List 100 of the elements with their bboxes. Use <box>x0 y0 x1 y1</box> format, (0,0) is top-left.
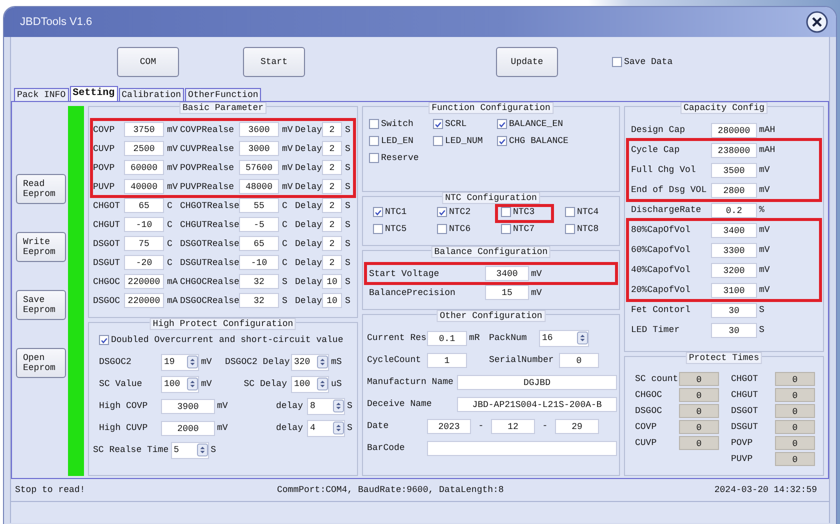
checkbox-label[interactable]: NTC7 <box>513 224 535 234</box>
spin-arrows-icon[interactable] <box>196 443 208 457</box>
tab[interactable]: Pack INFO <box>14 88 69 101</box>
spin-box[interactable]: 4 <box>307 420 345 436</box>
checkbox-label[interactable]: NTC8 <box>577 224 599 234</box>
checkbox-label[interactable]: NTC4 <box>577 207 599 217</box>
checkbox[interactable] <box>437 207 447 217</box>
checkbox-label[interactable]: CHG BALANCE <box>509 136 568 146</box>
spin-arrows-icon[interactable] <box>187 355 198 369</box>
value-field[interactable]: 0.1 <box>427 330 467 346</box>
value-field[interactable]: 2 <box>322 160 342 175</box>
value-field[interactable]: 2 <box>322 179 342 194</box>
checkbox-label[interactable]: LED_NUM <box>445 136 483 146</box>
checkbox[interactable] <box>433 119 443 129</box>
value-field[interactable]: 280000 <box>711 122 757 138</box>
value-field[interactable]: 0.2 <box>711 202 757 218</box>
value-field[interactable]: 3000 <box>239 141 279 156</box>
value-field[interactable]: 12 <box>491 418 535 434</box>
checkbox-label[interactable]: Save Data <box>624 57 673 67</box>
spin-arrows-icon[interactable] <box>333 399 344 413</box>
value-field[interactable]: 3750 <box>124 122 164 137</box>
value-field[interactable]: 32 <box>239 274 279 289</box>
spin-arrows-icon[interactable] <box>317 377 328 391</box>
value-field[interactable]: -10 <box>124 217 164 232</box>
eeprom-button[interactable]: Read Eeprom <box>16 174 66 204</box>
checkbox-label[interactable]: NTC6 <box>449 224 471 234</box>
value-field[interactable]: JBD-AP21S004-L21S-200A-B <box>457 396 617 412</box>
value-field[interactable]: 15 <box>485 285 529 300</box>
tab[interactable]: OtherFunction <box>185 88 262 101</box>
value-field[interactable]: 57600 <box>239 160 279 175</box>
checkbox-label[interactable]: NTC3 <box>513 207 535 217</box>
value-field[interactable]: -20 <box>124 255 164 270</box>
eeprom-button[interactable]: Open Eeprom <box>16 348 66 378</box>
close-icon[interactable] <box>806 11 828 33</box>
spin-arrows-icon[interactable] <box>187 377 198 391</box>
checkbox[interactable] <box>99 335 109 345</box>
checkbox[interactable] <box>565 224 575 234</box>
value-field[interactable]: 3200 <box>711 262 757 278</box>
value-field[interactable]: 29 <box>555 418 599 434</box>
value-field[interactable]: 3400 <box>711 222 757 238</box>
value-field[interactable]: -10 <box>239 255 279 270</box>
tab[interactable]: Calibration <box>118 88 184 101</box>
checkbox-label[interactable]: NTC2 <box>449 207 471 217</box>
value-field[interactable]: 220000 <box>124 274 164 289</box>
value-field[interactable]: 0 <box>559 352 599 368</box>
checkbox[interactable] <box>437 224 447 234</box>
spin-box[interactable]: 100 <box>291 376 329 392</box>
spin-box[interactable]: 8 <box>307 398 345 414</box>
value-field[interactable] <box>427 440 617 456</box>
value-field[interactable]: 238000 <box>711 142 757 158</box>
spin-arrows-icon[interactable] <box>317 355 328 369</box>
checkbox[interactable] <box>565 207 575 217</box>
spin-box[interactable]: 5 <box>170 442 209 458</box>
checkbox[interactable] <box>501 207 511 217</box>
value-field[interactable]: 220000 <box>124 293 164 308</box>
value-field[interactable]: 2500 <box>124 141 164 156</box>
value-field[interactable]: 1 <box>427 352 467 368</box>
checkbox-label[interactable]: NTC5 <box>385 224 407 234</box>
checkbox[interactable] <box>373 207 383 217</box>
checkbox-label[interactable]: LED_EN <box>381 136 414 146</box>
value-field[interactable]: 60000 <box>124 160 164 175</box>
checkbox-label[interactable]: BALANCE_EN <box>509 119 564 129</box>
value-field[interactable]: 2023 <box>427 418 471 434</box>
value-field[interactable]: 65 <box>124 198 164 213</box>
value-field[interactable]: 55 <box>239 198 279 213</box>
value-field[interactable]: 3300 <box>711 242 757 258</box>
value-field[interactable]: 48000 <box>239 179 279 194</box>
value-field[interactable]: 2000 <box>161 420 215 436</box>
value-field[interactable]: 30 <box>711 302 757 318</box>
checkbox-label[interactable]: Doubled Overcurrent and short-circuit value <box>111 335 344 345</box>
value-field[interactable]: -5 <box>239 217 279 232</box>
value-field[interactable]: 40000 <box>124 179 164 194</box>
value-field[interactable]: 10 <box>322 274 342 289</box>
value-field[interactable]: 3100 <box>711 282 757 298</box>
eeprom-button[interactable]: Write Eeprom <box>16 232 66 262</box>
value-field[interactable]: 3500 <box>711 162 757 178</box>
value-field[interactable]: 2 <box>322 141 342 156</box>
value-field[interactable]: 2 <box>322 198 342 213</box>
value-field[interactable]: 10 <box>322 293 342 308</box>
value-field[interactable]: 75 <box>124 236 164 251</box>
checkbox-label[interactable]: SCRL <box>445 119 467 129</box>
toolbar-button[interactable]: Start <box>243 47 305 77</box>
value-field[interactable]: DGJBD <box>457 374 617 390</box>
value-field[interactable]: 2 <box>322 122 342 137</box>
spin-arrows-icon[interactable] <box>577 331 588 345</box>
value-field[interactable]: 3600 <box>239 122 279 137</box>
checkbox[interactable] <box>433 136 443 146</box>
checkbox[interactable] <box>369 119 379 129</box>
checkbox[interactable] <box>612 57 622 67</box>
value-field[interactable]: 30 <box>711 322 757 338</box>
spin-box[interactable]: 100 <box>161 376 199 392</box>
checkbox-label[interactable]: NTC1 <box>385 207 407 217</box>
spin-arrows-icon[interactable] <box>333 421 344 435</box>
checkbox[interactable] <box>497 136 507 146</box>
value-field[interactable]: 2 <box>322 255 342 270</box>
spin-box[interactable]: 320 <box>291 354 329 370</box>
checkbox-label[interactable]: Switch <box>381 119 414 129</box>
value-field[interactable]: 2 <box>322 236 342 251</box>
value-field[interactable]: 3900 <box>161 398 215 414</box>
value-field[interactable]: 2800 <box>711 182 757 198</box>
